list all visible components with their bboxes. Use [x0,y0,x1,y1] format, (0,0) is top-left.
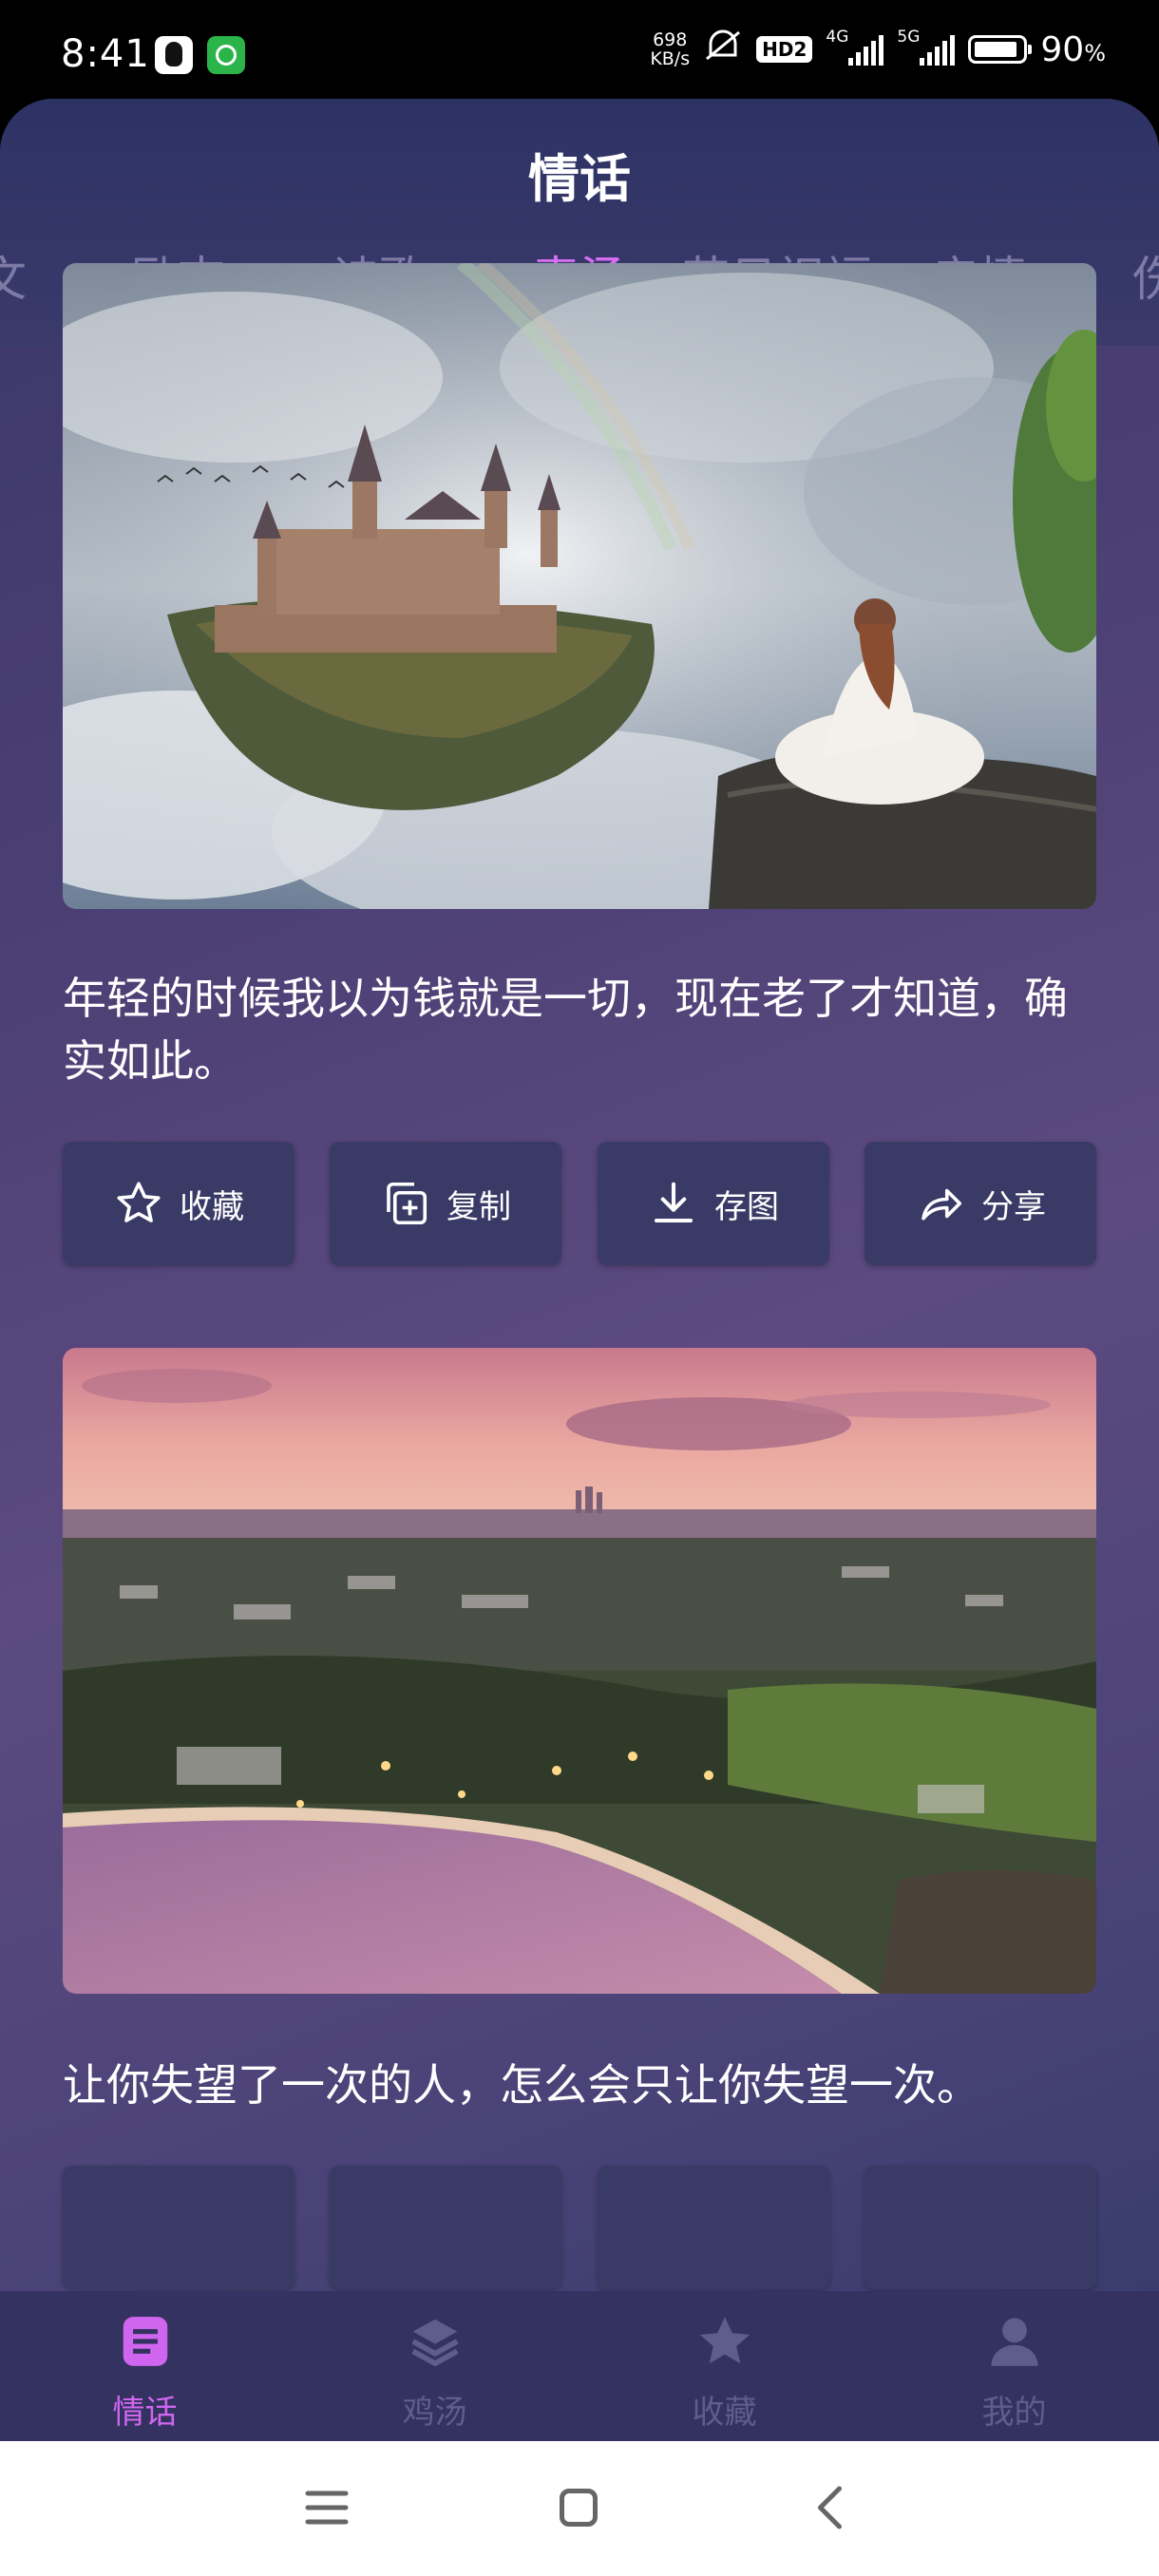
mute-icon [703,28,743,70]
card-quote-text: 让你失望了一次的人，怎么会只让你失望一次。 [63,2059,980,2111]
card-actions: 收藏 复制 存图 分享 [63,1142,1098,1265]
layers-icon [411,2319,459,2367]
wechat-notification-icon [207,36,245,74]
battery-percent: 90% [1040,29,1106,69]
nav-label: 情话 [112,2394,178,2432]
tab-partial-left[interactable]: 文 [0,241,27,310]
signal-4g-icon: 4G [826,28,884,66]
nav-favorites[interactable]: 收藏 [580,2291,869,2441]
favorite-button[interactable] [63,2166,294,2289]
share-arrow-icon [922,1188,962,1221]
card-image-castle[interactable] [63,263,1096,909]
home-icon[interactable] [550,2479,607,2536]
nav-label: 鸡汤 [402,2394,467,2432]
nav-label: 我的 [981,2394,1047,2432]
page-title: 情话 [528,149,631,209]
nav-profile[interactable]: 我的 [869,2291,1159,2441]
star-icon [699,2317,750,2364]
card-quote-text: 年轻的时候我以为钱就是一切，现在老了才知道，确实如此。 [63,973,1068,1087]
menu-icon[interactable] [298,2479,355,2536]
bottom-navigation: 情话 鸡汤 收藏 我的 [0,2291,1159,2441]
save-image-button[interactable] [598,2166,829,2289]
save-image-label: 存图 [714,1187,779,1226]
network-speed: 698 KB/s [650,29,691,69]
signal-5g-icon: 5G [897,28,956,66]
nav-love-words[interactable]: 情话 [0,2291,290,2441]
tab-partial-right[interactable]: 伤 [1132,241,1159,310]
share-label: 分享 [981,1187,1046,1226]
app-container: 情话 文 励志 诗歌 毒汤 节日祝福 亲情 伤 [0,99,1159,2441]
list-icon [123,2317,168,2366]
nav-label: 收藏 [692,2394,757,2432]
star-outline-icon [117,1182,161,1222]
share-button[interactable] [864,2166,1096,2289]
status-indicators: 698 KB/s HD2 4G 5G 90% [650,28,1106,70]
card-actions-partial [63,2166,1098,2289]
nav-chicken-soup[interactable]: 鸡汤 [290,2291,580,2441]
save-image-button[interactable]: 存图 [598,1142,829,1265]
system-navigation-bar [0,2441,1159,2576]
hd-voice-badge: HD2 [756,36,813,63]
person-icon [991,2318,1038,2366]
card-image-coast[interactable] [63,1348,1096,1994]
favorite-label: 收藏 [180,1187,244,1226]
favorite-button[interactable]: 收藏 [63,1142,294,1265]
share-button[interactable]: 分享 [864,1142,1096,1265]
status-bar: 8:41 698 KB/s HD2 4G 5G 90% [0,0,1159,106]
battery-icon [968,35,1033,64]
copy-label: 复制 [446,1187,511,1226]
copy-button[interactable] [330,2166,561,2289]
download-icon [654,1182,694,1223]
qq-notification-icon [155,36,193,74]
status-time: 8:41 [61,32,150,76]
back-icon[interactable] [804,2479,861,2536]
copy-button[interactable]: 复制 [330,1142,561,1265]
copy-icon [387,1182,428,1225]
